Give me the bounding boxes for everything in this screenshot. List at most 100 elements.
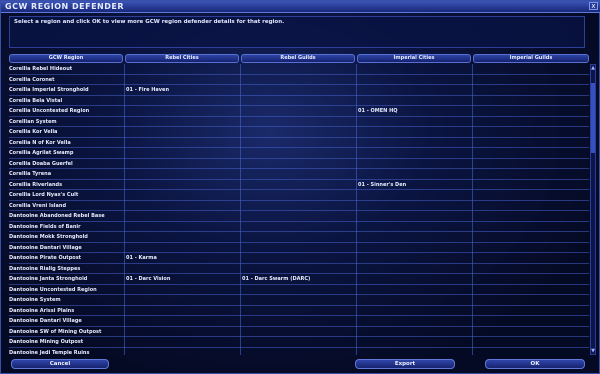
table-cell: Dantooine Mokk Stronghold <box>9 234 88 240</box>
table-row[interactable]: Corellia Vreni Island <box>9 201 589 211</box>
table-cell <box>474 222 586 232</box>
table-cell <box>358 348 470 356</box>
table-cell <box>474 64 586 74</box>
table-row[interactable]: Corellia Riverlands 01 - Sinner's Den <box>9 180 589 190</box>
table-row[interactable]: Corellia Agrilat Swamp <box>9 148 589 159</box>
table-row[interactable]: Corellia Kor Vella <box>9 127 589 138</box>
table-cell <box>242 264 354 274</box>
window-title: GCW REGION DEFENDER <box>5 2 124 11</box>
table-cell <box>358 96 470 106</box>
table-row[interactable]: Corellia Imperial Stronghold 01 - Fire Ha… <box>9 85 589 96</box>
table-cell: Dantooine Rialig Steppes <box>9 265 81 272</box>
table-row[interactable]: Dantooine Mining Outpost <box>9 337 589 348</box>
table-cell <box>358 169 470 179</box>
table-cell <box>474 264 586 274</box>
table-cell <box>242 169 354 179</box>
table-cell <box>358 232 470 242</box>
table-row[interactable]: Dantooine Dantari Village <box>9 316 589 327</box>
table-row[interactable]: Dantooine SW of Mining Outpost <box>9 327 589 337</box>
table-cell: Corellia Tyrena <box>9 171 52 177</box>
close-button[interactable]: x <box>589 2 598 10</box>
table-row[interactable]: Corellia Coronet <box>9 75 589 85</box>
table-row[interactable]: Corellia Uncontested Region 01 - OMEN HQ <box>9 106 589 117</box>
column-divider <box>356 64 357 355</box>
table-cell <box>126 232 238 242</box>
column-header-imperial-guilds[interactable]: Imperial Guilds <box>473 54 589 63</box>
table-scrollbar[interactable]: ▲ ▼ <box>590 64 596 355</box>
table-row[interactable]: Dantooine Pirate Outpost 01 - Karma <box>9 253 589 264</box>
table-cell: Dantooine Uncontested Region <box>9 286 97 293</box>
column-header-imperial-cities[interactable]: Imperial Cities <box>357 54 471 63</box>
table-cell <box>474 348 586 356</box>
table-cell <box>474 169 586 179</box>
table-cell <box>358 138 470 148</box>
table-cell <box>474 274 586 284</box>
table-row[interactable]: Dantooine Mokk Stronghold <box>9 232 589 243</box>
table-cell <box>126 190 238 200</box>
table-cell <box>242 306 354 316</box>
scroll-down-icon[interactable]: ▼ <box>591 348 595 354</box>
table-cell: Dantooine Mining Outpost <box>9 339 84 345</box>
table-row[interactable]: Corellian System <box>9 117 589 127</box>
table-cell: 01 - OMEN HQ <box>358 108 398 114</box>
table-cell <box>126 96 238 106</box>
table-row[interactable]: Dantooine System <box>9 295 589 306</box>
table-cell <box>474 285 586 295</box>
table-row[interactable]: Corellia N of Kor Vella <box>9 138 589 148</box>
table-cell: 01 - Sinner's Den <box>358 181 407 188</box>
scrollbar-thumb[interactable] <box>591 83 595 153</box>
table-cell <box>474 117 586 127</box>
table-cell: Dantooine Jedi Temple Ruins <box>9 349 90 356</box>
column-header-rebel-cities[interactable]: Rebel Cities <box>125 54 239 63</box>
table-cell <box>126 180 238 190</box>
column-divider <box>472 64 473 355</box>
table-cell <box>358 127 470 137</box>
cancel-button[interactable]: Cancel <box>11 359 109 369</box>
table-row[interactable]: Dantooine Abandoned Rebel Base <box>9 211 589 222</box>
table-row[interactable]: Dantooine Fields of Banir <box>9 222 589 232</box>
table-cell <box>126 159 238 169</box>
table-cell: 01 - Darc Swarm (DARC) <box>242 276 311 282</box>
table-cell <box>242 138 354 148</box>
scroll-up-icon[interactable]: ▲ <box>591 65 595 71</box>
table-row[interactable]: Dantooine Uncontested Region <box>9 285 589 295</box>
table-row[interactable]: Dantooine Dantari Village <box>9 243 589 253</box>
table-cell <box>358 201 470 211</box>
table-row[interactable]: Corellia Bela Vistal <box>9 96 589 106</box>
column-header-rebel-guilds[interactable]: Rebel Guilds <box>241 54 355 63</box>
table-cell <box>358 148 470 158</box>
table-cell: Corellia Uncontested Region <box>9 108 90 114</box>
table-cell: Dantooine Pirate Outpost <box>9 255 82 261</box>
table-cell <box>126 148 238 158</box>
table-row[interactable]: Dantooine Jedi Temple Ruins <box>9 348 589 356</box>
table-cell <box>358 295 470 305</box>
table-cell <box>242 85 354 95</box>
table-cell: Corellia Agrilat Swamp <box>9 150 74 156</box>
table-row[interactable]: Corellia Lord Nyax's Cult <box>9 190 589 201</box>
column-header-gcw-region[interactable]: GCW Region <box>9 54 123 63</box>
table-cell <box>242 64 354 74</box>
table-cell: Dantooine System <box>9 297 61 303</box>
ok-button[interactable]: OK <box>485 359 585 369</box>
table-cell <box>474 180 586 190</box>
table-cell <box>242 127 354 137</box>
table-row[interactable]: Dantooine Rialig Steppes <box>9 264 589 274</box>
table-cell <box>358 327 470 337</box>
table-cell: Corellia Riverlands <box>9 181 63 188</box>
table-cell <box>242 232 354 242</box>
table-row[interactable]: Dantooine Arissi Plains <box>9 306 589 316</box>
table-row[interactable]: Corellia Rebel Hideout <box>9 64 589 75</box>
table-cell <box>358 306 470 316</box>
table-cell <box>242 159 354 169</box>
table-cell: Dantooine SW of Mining Outpost <box>9 328 102 335</box>
table-cell <box>242 316 354 326</box>
table-row[interactable]: Corellia Doaba Guerfel <box>9 159 589 169</box>
title-bar[interactable]: GCW REGION DEFENDER x <box>1 1 600 13</box>
table-cell: Dantooine Abandoned Rebel Base <box>9 213 105 219</box>
table-row[interactable]: Corellia Tyrena <box>9 169 589 180</box>
table-cell <box>242 348 354 356</box>
export-button[interactable]: Export <box>355 359 455 369</box>
table-row[interactable]: Dantooine Janta Stronghold 01 - Darc Visi… <box>9 274 589 285</box>
table-cell <box>242 117 354 127</box>
table-cell: Dantooine Dantari Village <box>9 244 82 251</box>
